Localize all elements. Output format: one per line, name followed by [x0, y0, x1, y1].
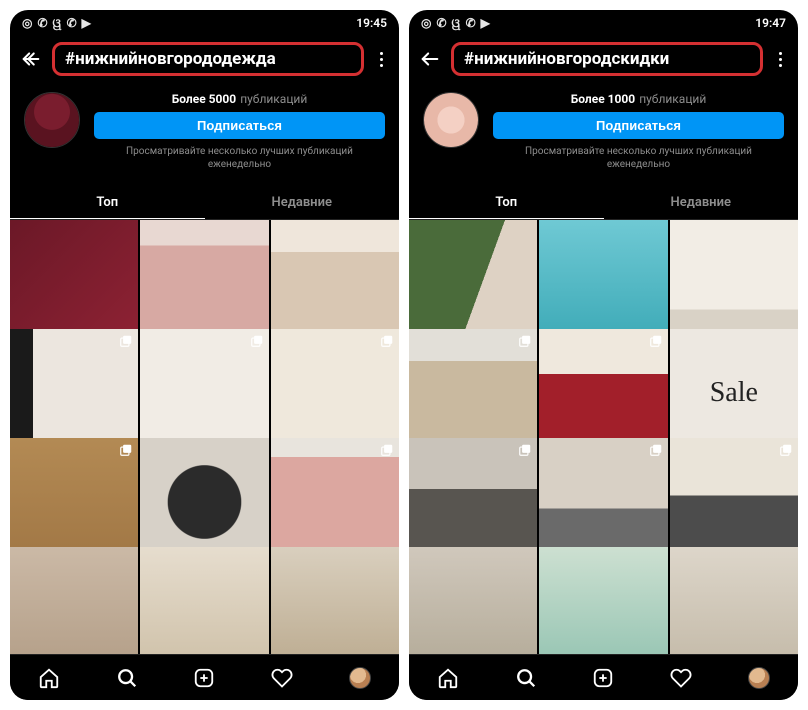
hashtag-avatar[interactable]: [423, 92, 479, 148]
nav-profile[interactable]: [748, 667, 770, 689]
carousel-icon: [518, 443, 532, 457]
header: #нижнийновгородо­дежда: [10, 36, 399, 82]
post-count: Более 5000публикаций: [172, 92, 308, 106]
status-time: 19:45: [356, 16, 387, 30]
viber-icon: ✆: [37, 16, 47, 30]
bottom-nav: [409, 654, 798, 700]
tab-recent[interactable]: Недавние: [205, 185, 400, 219]
post-tile[interactable]: [10, 547, 138, 654]
post-tile[interactable]: [539, 547, 667, 654]
follow-hint: Просматривайте несколько лучших публикац…: [94, 145, 385, 171]
hashtag-highlight: #нижнийновгородо­дежда: [52, 42, 364, 76]
avatar-icon: [349, 667, 371, 689]
carousel-icon: [649, 443, 663, 457]
status-bar: ◎ ✆ ୱ ✆ ▶ 19:45: [10, 10, 399, 36]
viber-icon: ✆: [436, 16, 446, 30]
hashtag-title: #нижнийновгородскидки: [464, 49, 669, 69]
more-options-button[interactable]: [374, 52, 389, 67]
ok-icon: ୱ: [53, 16, 62, 31]
viber2-icon: ✆: [67, 16, 77, 30]
nav-create[interactable]: [193, 667, 215, 689]
viber2-icon: ✆: [466, 16, 476, 30]
nav-search[interactable]: [515, 667, 537, 689]
instagram-icon: ◎: [421, 16, 431, 30]
post-tile[interactable]: [271, 547, 399, 654]
nav-search[interactable]: [116, 667, 138, 689]
posts-grid: [10, 220, 399, 654]
phone-right: ◎ ✆ ୱ ✆ ▶ 19:47 #нижнийновгородскидки Бо…: [409, 10, 798, 700]
carousel-icon: [119, 334, 133, 348]
nav-profile[interactable]: [349, 667, 371, 689]
status-bar: ◎ ✆ ୱ ✆ ▶ 19:47: [409, 10, 798, 36]
hashtag-profile: Более 1000публикаций Подписаться Просмат…: [409, 82, 798, 177]
nav-home[interactable]: [437, 667, 459, 689]
back-button[interactable]: [419, 48, 441, 70]
ok-icon: ୱ: [452, 16, 461, 31]
instagram-icon: ◎: [22, 16, 32, 30]
bottom-nav: [10, 654, 399, 700]
carousel-icon: [649, 334, 663, 348]
back-button[interactable]: [20, 48, 42, 70]
carousel-icon: [119, 443, 133, 457]
hashtag-avatar[interactable]: [24, 92, 80, 148]
profile-meta: Более 5000публикаций Подписаться Просмат…: [94, 92, 385, 171]
nav-activity[interactable]: [670, 667, 692, 689]
tab-top[interactable]: Топ: [10, 185, 205, 219]
play-icon: ▶: [481, 16, 490, 30]
post-tile[interactable]: [409, 547, 537, 654]
nav-create[interactable]: [592, 667, 614, 689]
status-time: 19:47: [755, 16, 786, 30]
posts-grid: Sale: [409, 220, 798, 654]
nav-activity[interactable]: [271, 667, 293, 689]
header: #нижнийновгородскидки: [409, 36, 798, 82]
play-icon: ▶: [82, 16, 91, 30]
profile-meta: Более 1000публикаций Подписаться Просмат…: [493, 92, 784, 171]
carousel-icon: [779, 443, 793, 457]
phone-left: ◎ ✆ ୱ ✆ ▶ 19:45 #нижнийновгородо­дежда Б…: [10, 10, 399, 700]
tile-text: Sale: [710, 377, 758, 409]
tabs: Топ Недавние: [409, 185, 798, 220]
hashtag-profile: Более 5000публикаций Подписаться Просмат…: [10, 82, 399, 177]
hashtag-highlight: #нижнийновгородскидки: [451, 42, 763, 76]
post-tile[interactable]: [140, 547, 268, 654]
tab-recent[interactable]: Недавние: [604, 185, 799, 219]
status-icons: ◎ ✆ ୱ ✆ ▶: [22, 16, 91, 31]
avatar-icon: [748, 667, 770, 689]
hashtag-title: #нижнийновгородо­дежда: [65, 49, 276, 69]
carousel-icon: [380, 443, 394, 457]
tabs: Топ Недавние: [10, 185, 399, 220]
more-options-button[interactable]: [773, 52, 788, 67]
carousel-icon: [518, 334, 532, 348]
post-count: Более 1000публикаций: [571, 92, 707, 106]
follow-button[interactable]: Подписаться: [493, 112, 784, 139]
carousel-icon: [250, 334, 264, 348]
nav-home[interactable]: [38, 667, 60, 689]
post-tile[interactable]: [670, 547, 798, 654]
follow-hint: Просматривайте несколько лучших публикац…: [493, 145, 784, 171]
carousel-icon: [380, 334, 394, 348]
tab-top[interactable]: Топ: [409, 185, 604, 219]
follow-button[interactable]: Подписаться: [94, 112, 385, 139]
status-icons: ◎ ✆ ୱ ✆ ▶: [421, 16, 490, 31]
